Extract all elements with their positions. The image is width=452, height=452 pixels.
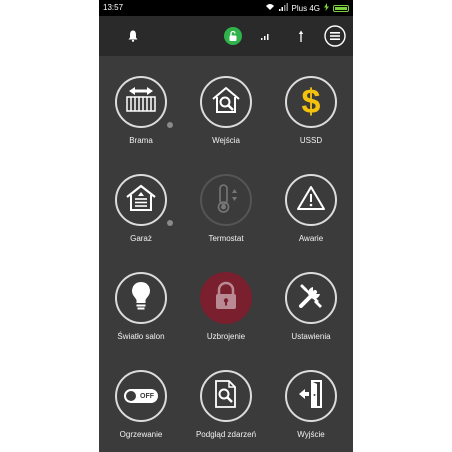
warning-icon bbox=[296, 185, 326, 216]
battery-icon bbox=[333, 4, 349, 12]
tile-brama[interactable]: Brama bbox=[99, 56, 183, 154]
tile-label: Awarie bbox=[298, 234, 324, 243]
tile-label: Termostat bbox=[208, 234, 244, 243]
tile-wyjscie[interactable]: Wyjście bbox=[269, 350, 353, 448]
tile-ussd[interactable]: $ USSD bbox=[269, 56, 353, 154]
tile-label: Wyjście bbox=[297, 430, 325, 439]
tile-label: Ustawienia bbox=[291, 332, 331, 341]
charging-icon bbox=[324, 3, 329, 13]
menu-icon[interactable] bbox=[323, 16, 347, 56]
wifi-icon bbox=[265, 3, 275, 13]
tile-wejscia[interactable]: Wejścia bbox=[184, 56, 268, 154]
phone-screen: 13:57 Plus 4G Brama Wejścia $ USSD Garaż… bbox=[99, 0, 353, 452]
light-button[interactable] bbox=[115, 272, 167, 324]
tile-podglad-zdarzen[interactable]: Podgląd zdarzeń bbox=[184, 350, 268, 448]
tile-label: Brama bbox=[129, 136, 153, 145]
garage-icon bbox=[125, 184, 157, 217]
light-bulb-icon bbox=[129, 280, 153, 317]
tile-awarie[interactable]: Awarie bbox=[269, 154, 353, 252]
top-toolbar bbox=[99, 16, 353, 56]
unlocked-status-icon[interactable] bbox=[223, 16, 243, 56]
toggle-off-icon: OFF bbox=[124, 389, 158, 403]
tile-ustawienia[interactable]: Ustawienia bbox=[269, 252, 353, 350]
inputs-button[interactable] bbox=[200, 76, 252, 128]
exit-button[interactable] bbox=[285, 370, 337, 422]
gate-button[interactable] bbox=[115, 76, 173, 128]
tile-label: Uzbrojenie bbox=[206, 332, 246, 341]
document-search-icon bbox=[212, 379, 240, 414]
carrier-label: Plus 4G bbox=[291, 3, 320, 13]
antenna-icon[interactable] bbox=[293, 16, 309, 56]
tile-garaz[interactable]: Garaż bbox=[99, 154, 183, 252]
tile-uzbrojenie[interactable]: Uzbrojenie bbox=[184, 252, 268, 350]
tile-label: Podgląd zdarzeń bbox=[195, 430, 257, 439]
signal-icon bbox=[278, 3, 288, 13]
faults-button[interactable] bbox=[285, 174, 337, 226]
tile-swiatlo-salon[interactable]: Światło salon bbox=[99, 252, 183, 350]
thermostat-button[interactable] bbox=[200, 174, 252, 226]
status-bar: 13:57 Plus 4G bbox=[99, 0, 353, 16]
tools-icon bbox=[296, 281, 326, 316]
exit-door-icon bbox=[297, 379, 325, 414]
heating-button[interactable]: OFF bbox=[115, 370, 167, 422]
lock-icon bbox=[213, 281, 239, 316]
tile-label: Światło salon bbox=[117, 332, 165, 341]
status-time: 13:57 bbox=[103, 3, 124, 12]
tile-grid: Brama Wejścia $ USSD Garaż Termostat Awa… bbox=[99, 56, 353, 452]
arming-button[interactable] bbox=[200, 272, 252, 324]
toggle-knob bbox=[126, 391, 136, 401]
garage-button[interactable] bbox=[115, 174, 173, 226]
tile-label: Wejścia bbox=[212, 136, 240, 145]
dollar-icon: $ bbox=[301, 83, 321, 121]
status-dot bbox=[167, 220, 173, 226]
tile-termostat[interactable]: Termostat bbox=[184, 154, 268, 252]
settings-button[interactable] bbox=[285, 272, 337, 324]
event-log-button[interactable] bbox=[200, 370, 252, 422]
status-right: Plus 4G bbox=[265, 3, 349, 13]
house-search-icon bbox=[210, 86, 242, 119]
ussd-button[interactable]: $ bbox=[285, 76, 337, 128]
tile-label: USSD bbox=[299, 136, 323, 145]
toggle-text: OFF bbox=[140, 392, 154, 400]
thermometer-icon bbox=[212, 183, 240, 218]
gate-icon bbox=[125, 86, 157, 118]
status-dot bbox=[167, 122, 173, 128]
tile-label: Garaż bbox=[130, 234, 152, 243]
tile-label: Ogrzewanie bbox=[119, 430, 163, 439]
signal-strength-icon[interactable] bbox=[257, 16, 273, 56]
bell-icon[interactable] bbox=[125, 16, 141, 56]
tile-ogrzewanie[interactable]: OFF Ogrzewanie bbox=[99, 350, 183, 448]
